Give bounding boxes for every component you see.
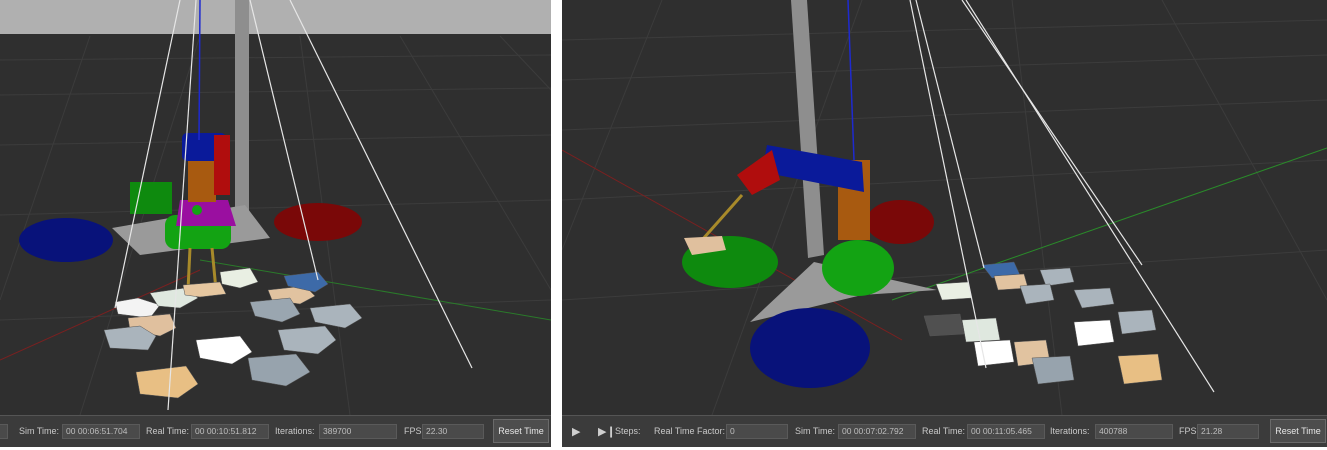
gripper-finger-left xyxy=(186,247,192,291)
real-time-field: 00 00:11:05.465 xyxy=(967,424,1045,439)
sim-time-field: 00 00:06:51.704 xyxy=(62,424,140,439)
play-icon[interactable]: ▶ xyxy=(572,425,580,439)
ground-plane xyxy=(562,0,1327,415)
step-forward-icon[interactable]: ▶❙ xyxy=(598,425,616,439)
steps-field-partial[interactable] xyxy=(0,424,8,439)
real-time-label: Real Time: xyxy=(922,426,966,436)
sim-time-label: Sim Time: xyxy=(19,426,60,436)
robot-red-link xyxy=(214,135,230,195)
right-time-toolbar: ▶ ▶❙ Steps: Real Time Factor: 0 Sim Time… xyxy=(562,415,1327,447)
left-simulation-window: Sim Time: 00 00:06:51.704 Real Time: 00 … xyxy=(0,0,551,447)
sim-time-label: Sim Time: xyxy=(795,426,836,436)
left-time-toolbar: Sim Time: 00 00:06:51.704 Real Time: 00 … xyxy=(0,415,551,447)
iterations-label: Iterations: xyxy=(1050,426,1090,436)
robot-magenta-link xyxy=(176,200,236,226)
blue-bin xyxy=(750,308,870,388)
fps-field: 22.30 xyxy=(422,424,484,439)
robot-pillar xyxy=(235,0,249,230)
real-time-factor-field: 0 xyxy=(726,424,788,439)
iterations-field: 400788 xyxy=(1095,424,1173,439)
real-time-label: Real Time: xyxy=(146,426,190,436)
reset-time-button[interactable]: Reset Time xyxy=(493,419,549,443)
real-time-factor-label: Real Time Factor: xyxy=(654,426,726,436)
fps-field: 21.28 xyxy=(1197,424,1259,439)
right-simulation-window: ▶ ▶❙ Steps: Real Time Factor: 0 Sim Time… xyxy=(562,0,1327,447)
robot-joint xyxy=(192,205,202,215)
steps-label: Steps: xyxy=(615,426,641,436)
fps-label: FPS: xyxy=(1179,426,1200,436)
z-axis-line xyxy=(198,0,201,141)
left-3d-viewport[interactable] xyxy=(0,0,551,415)
red-bin xyxy=(274,203,362,241)
sim-time-field: 00 00:07:02.792 xyxy=(838,424,916,439)
fps-label: FPS: xyxy=(404,426,425,436)
iterations-field: 389700 xyxy=(319,424,397,439)
real-time-field: 00 00:10:51.812 xyxy=(191,424,269,439)
robot-orange-link xyxy=(188,160,216,202)
sky-background xyxy=(0,0,551,36)
red-bin xyxy=(866,200,934,244)
robot-gripper-base xyxy=(822,240,894,296)
window-divider xyxy=(551,0,562,450)
right-3d-viewport[interactable] xyxy=(562,0,1327,415)
iterations-label: Iterations: xyxy=(275,426,315,436)
reset-time-button[interactable]: Reset Time xyxy=(1270,419,1326,443)
blue-bin xyxy=(19,218,113,262)
